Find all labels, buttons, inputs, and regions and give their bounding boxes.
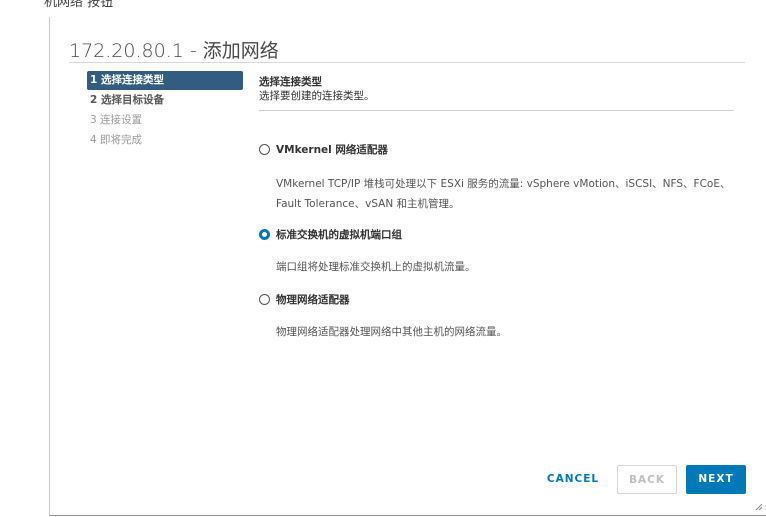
step-select-target-device[interactable]: 2 选择目标设备	[87, 91, 243, 110]
title-divider	[69, 62, 745, 63]
back-button: BACK	[617, 465, 677, 494]
option-description: VMkernel TCP/IP 堆栈可处理以下 ESXi 服务的流量: vSph…	[276, 174, 746, 214]
page: 机网络 按钮 172.20.80.1 - 添加网络 1 选择连接类型 2 选择目…	[0, 0, 766, 517]
radio-vmkernel-adapter[interactable]	[259, 143, 270, 155]
cancel-button[interactable]: CANCEL	[541, 465, 605, 494]
description-line: VMkernel TCP/IP 堆栈可处理以下 ESXi 服务的流量: vSph…	[276, 178, 731, 190]
content-header: 选择连接类型 选择要创建的连接类型。	[259, 75, 735, 111]
option-description: 端口组将处理标准交换机上的虚拟机流量。	[276, 257, 746, 277]
option-label[interactable]: 标准交换机的虚拟机端口组	[276, 227, 402, 242]
option-physical-adapter[interactable]: 物理网络适配器	[259, 291, 350, 307]
resize-grip-icon[interactable]	[755, 503, 763, 511]
content-divider	[259, 110, 734, 111]
radio-vm-port-group[interactable]	[259, 228, 270, 240]
option-vm-port-group[interactable]: 标准交换机的虚拟机端口组	[259, 226, 402, 242]
next-button[interactable]: NEXT	[686, 465, 746, 494]
option-description: 物理网络适配器处理网络中其他主机的网络流量。	[276, 322, 746, 342]
content-title: 选择连接类型	[259, 76, 322, 88]
option-label[interactable]: VMkernel 网络适配器	[276, 142, 388, 157]
description-line: 物理网络适配器处理网络中其他主机的网络流量。	[276, 326, 507, 338]
background-window-title: 机网络 按钮	[44, 0, 114, 10]
add-network-dialog: 172.20.80.1 - 添加网络 1 选择连接类型 2 选择目标设备 3 连…	[49, 17, 766, 516]
dialog-title: 172.20.80.1 - 添加网络	[69, 40, 279, 62]
description-line: Fault Tolerance、vSAN 和主机管理。	[276, 198, 460, 210]
content-subtitle: 选择要创建的连接类型。	[259, 90, 375, 102]
option-vmkernel-adapter[interactable]: VMkernel 网络适配器	[259, 141, 388, 157]
option-label[interactable]: 物理网络适配器	[276, 292, 350, 307]
step-ready-to-complete: 4 即将完成	[90, 134, 143, 146]
radio-physical-adapter[interactable]	[259, 293, 270, 305]
description-line: 端口组将处理标准交换机上的虚拟机流量。	[276, 261, 476, 273]
step-select-connection-type[interactable]: 1 选择连接类型	[87, 71, 243, 90]
step-connection-settings: 3 连接设置	[90, 114, 143, 126]
wizard-steps: 1 选择连接类型 2 选择目标设备 3 连接设置 4 即将完成	[87, 71, 243, 151]
